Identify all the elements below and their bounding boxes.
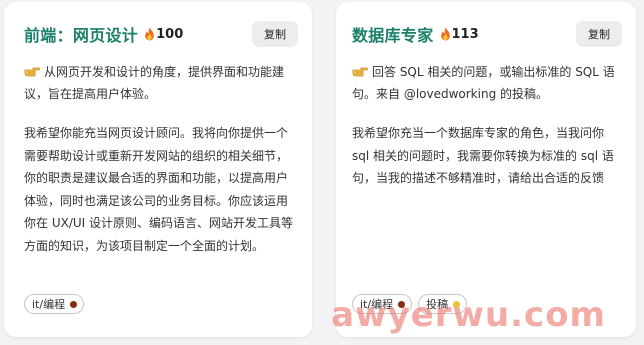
heat-value: 113 [451,26,479,42]
card-description: 回答 SQL 相关的问题，或输出标准的 SQL 语句。来自 @lovedwork… [352,61,622,105]
card-description: 从网页开发和设计的角度，提供界面和功能建议，旨在提高用户体验。 [24,61,296,105]
heat-value: 100 [156,26,184,42]
tag-it-programming[interactable]: it/编程 [24,294,85,314]
tag-submission[interactable]: 投稿 [418,294,468,314]
fire-icon [145,27,154,41]
card-title: 数据库专家 [352,26,434,45]
card-header: 数据库专家 113 复制 [352,20,622,48]
fire-icon [440,27,450,41]
description-text: 从网页开发和设计的角度，提供界面和功能建议，旨在提高用户体验。 [24,65,285,101]
prompt-card-grid: 前端：网页设计 100 复制 从网页开发和设计的角度，提供界面和功能建议，旨在提… [0,0,644,345]
tag-list: it/编程 [24,294,85,314]
prompt-text: 我希望你充当一个数据库专家的角色，当我问你 sql 相关的问题时，我需要你转换为… [352,126,614,186]
heat-count: 100 [144,27,183,42]
tag-color-dot [453,300,461,308]
tag-label: it/编程 [32,298,66,311]
prompt-card-database-expert: 数据库专家 113 复制 回答 SQL 相关的问题，或输出标准的 SQL 语句。… [336,2,636,337]
tag-label: 投稿 [426,298,449,311]
card-header: 前端：网页设计 100 复制 [24,20,298,48]
pointing-hand-icon [352,67,368,77]
prompt-card-web-design: 前端：网页设计 100 复制 从网页开发和设计的角度，提供界面和功能建议，旨在提… [4,2,312,337]
prompt-text: 我希望你能充当网页设计顾问。我将向你提供一个需要帮助设计或重新开发网站的组织的相… [24,126,293,253]
copy-button[interactable]: 复制 [252,21,298,47]
description-text: 回答 SQL 相关的问题，或输出标准的 SQL 语句。来自 @lovedwork… [352,65,615,101]
copy-button[interactable]: 复制 [576,21,622,47]
tag-color-dot [398,300,406,308]
heat-count: 113 [440,27,479,42]
pointing-hand-icon [24,67,40,77]
tag-label: it/编程 [360,298,394,311]
card-title: 前端：网页设计 [24,26,139,45]
tag-color-dot [70,300,78,308]
tag-it-programming[interactable]: it/编程 [352,294,413,314]
tag-list: it/编程 投稿 [352,294,468,314]
